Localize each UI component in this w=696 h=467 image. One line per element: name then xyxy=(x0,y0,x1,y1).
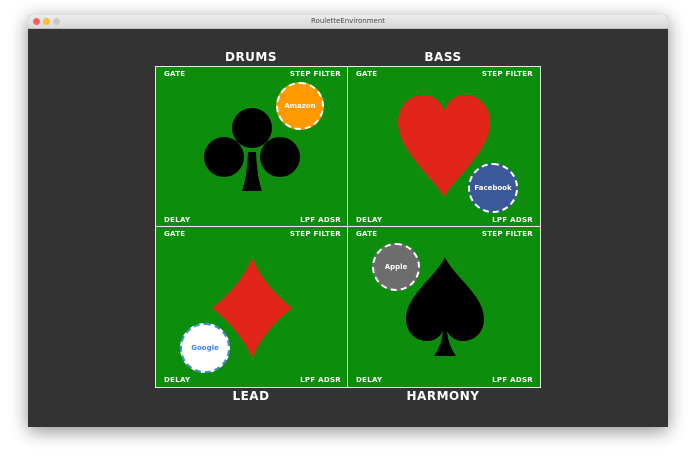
harmony-lpf-adsr-label[interactable]: LPF ADSR xyxy=(492,376,533,384)
drums-delay-label[interactable]: DELAY xyxy=(164,216,190,224)
google-chip[interactable]: Google xyxy=(180,323,230,373)
harmony-step-filter-label[interactable]: STEP FILTER xyxy=(482,230,533,238)
drums-gate-label[interactable]: GATE xyxy=(164,70,185,78)
bass-gate-label[interactable]: GATE xyxy=(356,70,377,78)
lead-step-filter-label[interactable]: STEP FILTER xyxy=(290,230,341,238)
title-bar: RouletteEnvironment xyxy=(28,15,668,29)
lead-delay-label[interactable]: DELAY xyxy=(164,376,190,384)
google-chip-label: Google xyxy=(191,344,219,352)
amazon-chip[interactable]: Amazon xyxy=(276,82,324,130)
window-title: RouletteEnvironment xyxy=(310,17,385,25)
amazon-chip-label: Amazon xyxy=(284,102,316,110)
facebook-chip-label: Facebook xyxy=(474,184,512,192)
lead-title: LEAD xyxy=(232,389,270,403)
bass-lpf-adsr-label[interactable]: LPF ADSR xyxy=(492,216,533,224)
lead-lpf-adsr-label[interactable]: LPF ADSR xyxy=(300,376,341,384)
roulette-board: GATE STEP FILTER DELAY LPF ADSR Amazon G… xyxy=(155,66,541,388)
facebook-chip[interactable]: Facebook xyxy=(468,163,518,213)
bass-title: BASS xyxy=(424,50,462,64)
drums-quadrant[interactable]: GATE STEP FILTER DELAY LPF ADSR Amazon xyxy=(156,67,347,226)
harmony-gate-label[interactable]: GATE xyxy=(356,230,377,238)
bass-step-filter-label[interactable]: STEP FILTER xyxy=(482,70,533,78)
lead-quadrant[interactable]: GATE STEP FILTER DELAY LPF ADSR Google xyxy=(156,227,347,386)
harmony-delay-label[interactable]: DELAY xyxy=(356,376,382,384)
harmony-quadrant[interactable]: GATE STEP FILTER DELAY LPF ADSR Apple xyxy=(348,227,539,386)
drums-step-filter-label[interactable]: STEP FILTER xyxy=(290,70,341,78)
app-window: RouletteEnvironment DRUMS BASS LEAD HARM… xyxy=(28,15,668,427)
drums-lpf-adsr-label[interactable]: LPF ADSR xyxy=(300,216,341,224)
apple-chip-label: Apple xyxy=(384,263,408,271)
harmony-title: HARMONY xyxy=(406,389,480,403)
apple-chip[interactable]: Apple xyxy=(372,243,420,291)
lead-gate-label[interactable]: GATE xyxy=(164,230,185,238)
drums-title: DRUMS xyxy=(224,50,278,64)
bass-quadrant[interactable]: GATE STEP FILTER DELAY LPF ADSR Facebook xyxy=(348,67,539,226)
bass-delay-label[interactable]: DELAY xyxy=(356,216,382,224)
